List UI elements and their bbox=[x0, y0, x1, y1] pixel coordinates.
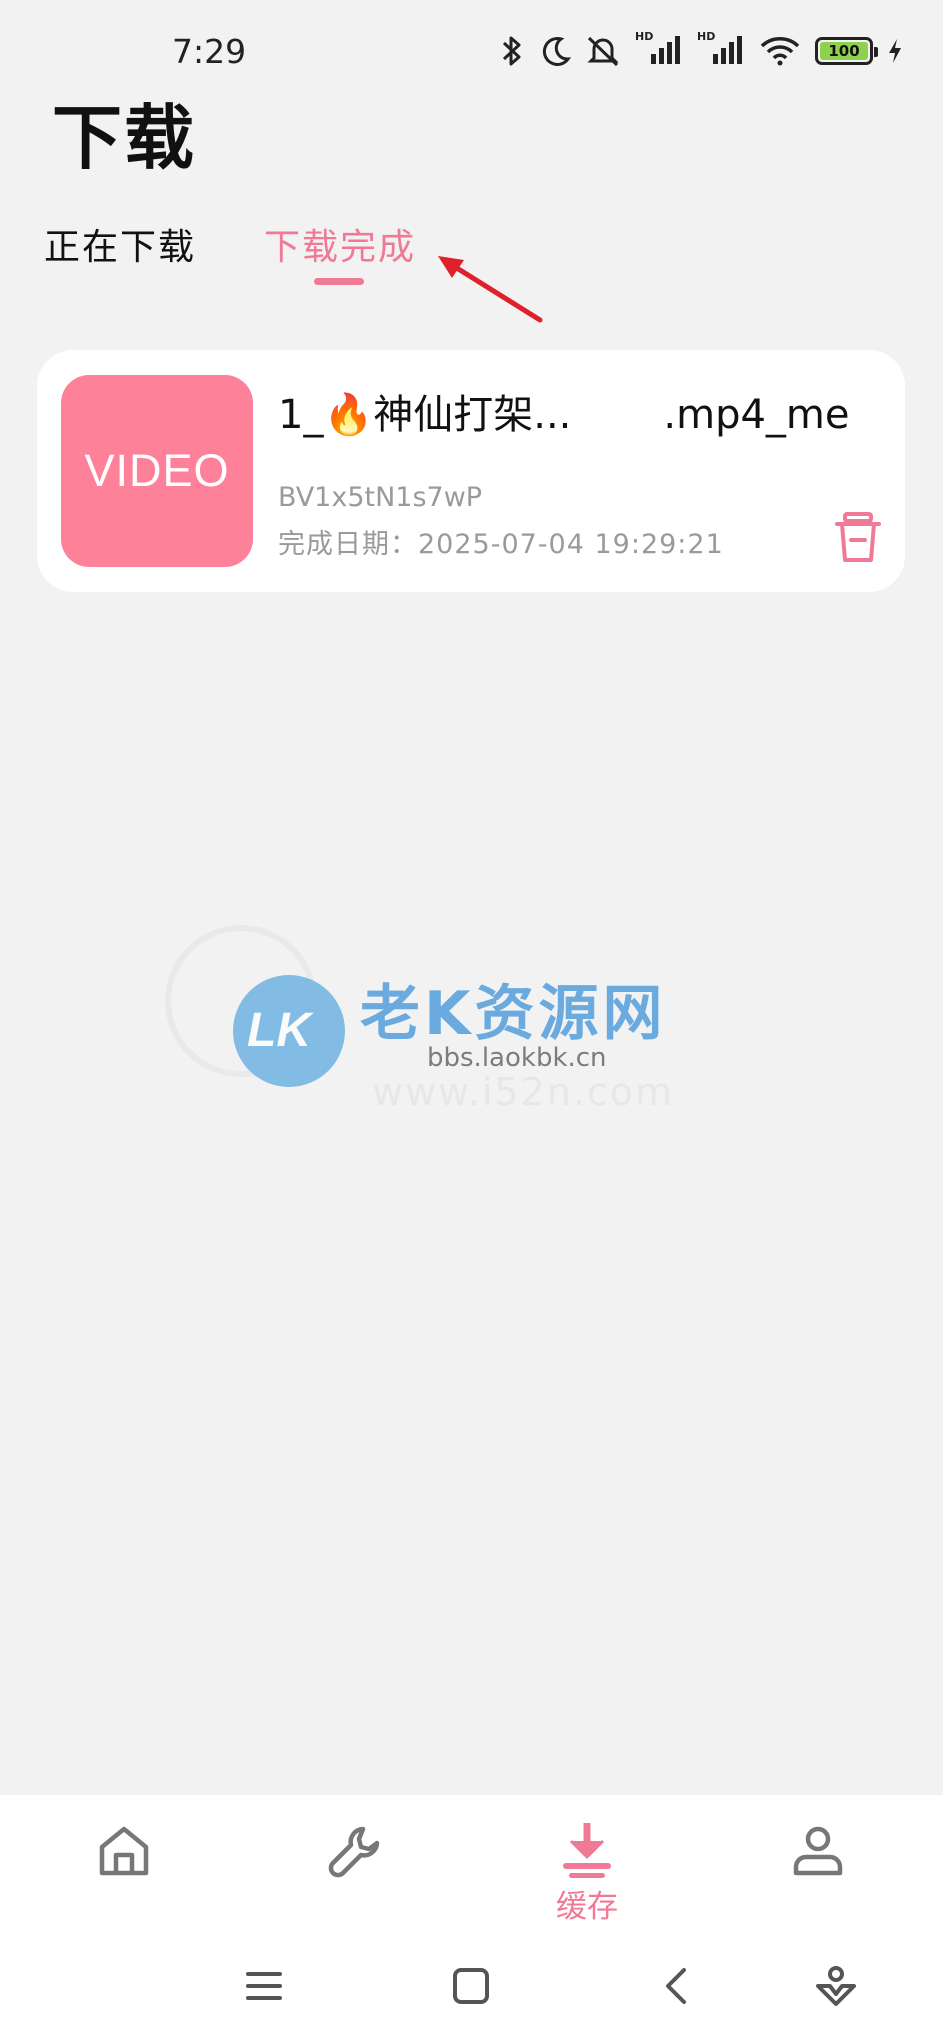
watermark: LK 老K资源网 bbs.laokbk.cn www.i52n.com bbox=[165, 925, 765, 1114]
nav-home[interactable] bbox=[69, 1821, 179, 1931]
back-icon[interactable] bbox=[654, 1962, 702, 2010]
home-icon bbox=[99, 1826, 149, 1876]
signal-2-icon: HD bbox=[697, 30, 745, 68]
video-thumbnail: VIDEO bbox=[61, 375, 253, 567]
watermark-url: bbs.laokbk.cn bbox=[427, 1043, 607, 1073]
watermark-title: 老K资源网 bbox=[360, 979, 667, 1049]
tab-downloading[interactable]: 正在下载 bbox=[44, 218, 196, 270]
status-icons: HD HD 100 bbox=[497, 30, 903, 68]
system-nav-bar bbox=[0, 1950, 943, 2020]
page-title: 下载 bbox=[52, 97, 196, 179]
bluetooth-icon bbox=[502, 36, 521, 66]
tab-completed[interactable]: 下载完成 bbox=[264, 218, 416, 270]
nav-profile[interactable] bbox=[763, 1821, 873, 1931]
charging-icon bbox=[889, 39, 901, 63]
battery-icon: 100 bbox=[815, 37, 878, 65]
muted-bell-icon bbox=[587, 36, 619, 67]
active-tab-indicator bbox=[314, 278, 364, 285]
wifi-icon bbox=[760, 37, 800, 66]
item-title-suffix: .mp4_me bbox=[663, 392, 850, 438]
watermark-logo: LK bbox=[233, 975, 345, 1087]
download-icon bbox=[563, 1823, 611, 1878]
menu-icon[interactable] bbox=[240, 1962, 288, 2010]
item-bvid: BV1x5tN1s7wP bbox=[278, 482, 483, 513]
watermark-ghost-url: www.i52n.com bbox=[372, 1070, 675, 1114]
moon-icon bbox=[542, 37, 571, 66]
nav-tools[interactable] bbox=[300, 1821, 410, 1931]
nav-cache[interactable]: 缓存 bbox=[532, 1821, 642, 1931]
thumbnail-label: VIDEO bbox=[84, 445, 230, 496]
item-completed-date: 完成日期：2025-07-04 19:29:21 bbox=[278, 529, 724, 560]
item-title: 1_🔥神仙打架... .mp4_me bbox=[278, 382, 905, 440]
download-item-card[interactable]: VIDEO 1_🔥神仙打架... .mp4_me BV1x5tN1s7wP 完成日… bbox=[37, 350, 905, 592]
status-time: 7:29 bbox=[172, 32, 247, 71]
annotation-arrow-icon bbox=[438, 256, 543, 323]
item-title-prefix: 1_🔥神仙打架... bbox=[278, 392, 572, 438]
home-square-icon[interactable] bbox=[447, 1962, 495, 2010]
assistant-icon[interactable] bbox=[812, 1962, 860, 2010]
user-icon bbox=[793, 1826, 843, 1876]
signal-1-icon: HD bbox=[635, 30, 683, 68]
trash-icon[interactable] bbox=[833, 510, 883, 564]
wrench-icon bbox=[328, 1826, 380, 1878]
nav-cache-label: 缓存 bbox=[556, 1889, 618, 1925]
